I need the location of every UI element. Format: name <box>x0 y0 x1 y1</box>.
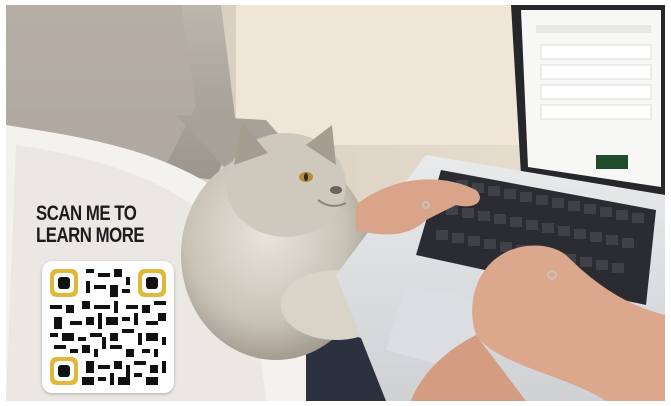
qr-finder-bottom-left <box>50 357 78 385</box>
cta-line-1: SCAN ME TO <box>36 202 137 225</box>
screen-primary-button <box>596 155 628 169</box>
promo-text: SCAN ME TO LEARN MORE <box>36 203 156 247</box>
photo-frame: SCAN ME TO LEARN MORE <box>6 5 665 401</box>
qr-code-icon <box>50 269 166 385</box>
qr-finder-top-right <box>138 269 166 297</box>
qr-finder-top-left <box>50 269 78 297</box>
cta-line-2: LEARN MORE <box>36 224 145 247</box>
qr-code-card[interactable] <box>42 261 174 393</box>
